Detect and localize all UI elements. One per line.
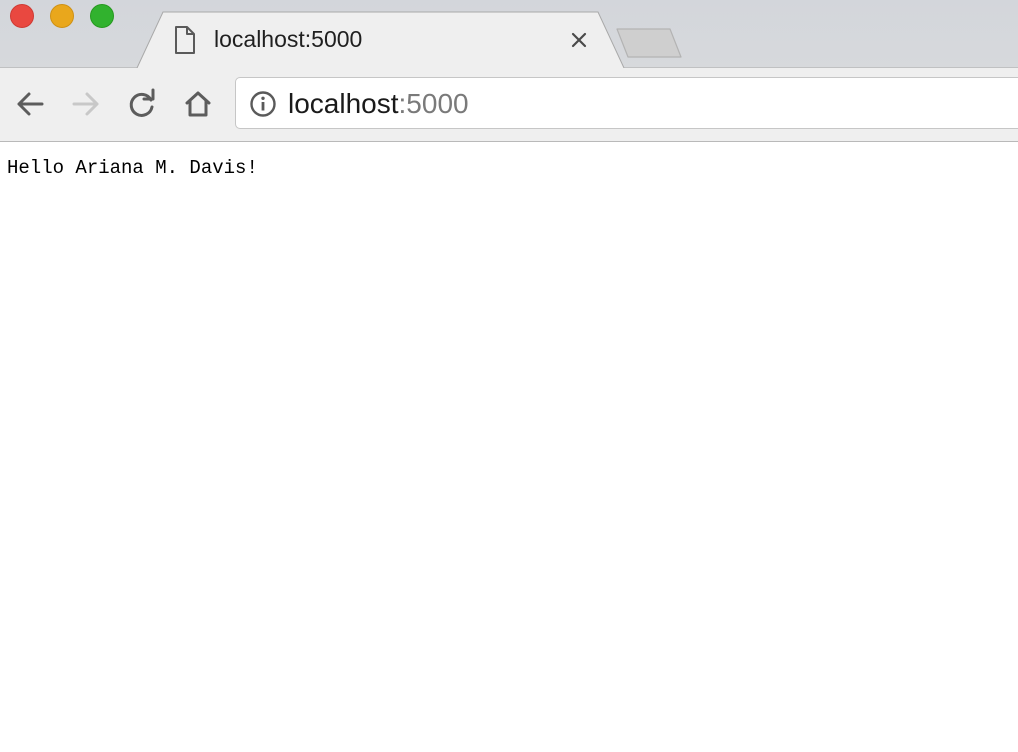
address-bar[interactable]: localhost:5000 xyxy=(235,77,1018,129)
forward-icon[interactable] xyxy=(68,86,104,122)
url-text[interactable]: localhost:5000 xyxy=(288,88,469,120)
back-icon[interactable] xyxy=(12,86,48,122)
close-icon[interactable] xyxy=(566,27,592,53)
reload-icon[interactable] xyxy=(124,86,160,122)
tab-strip: localhost:5000 xyxy=(0,0,1018,70)
url-host: localhost xyxy=(288,88,399,119)
page-content: Hello Ariana M. Davis! xyxy=(0,142,1018,752)
url-port: :5000 xyxy=(398,88,469,119)
greeting-text: Hello Ariana M. Davis! xyxy=(7,157,258,179)
browser-toolbar: localhost:5000 xyxy=(0,68,1018,142)
active-tab[interactable] xyxy=(0,0,1018,70)
info-icon[interactable] xyxy=(249,90,277,118)
page-icon xyxy=(175,26,195,54)
tab-title: localhost:5000 xyxy=(214,26,363,52)
new-tab-button[interactable] xyxy=(614,26,684,60)
home-icon[interactable] xyxy=(180,86,216,122)
